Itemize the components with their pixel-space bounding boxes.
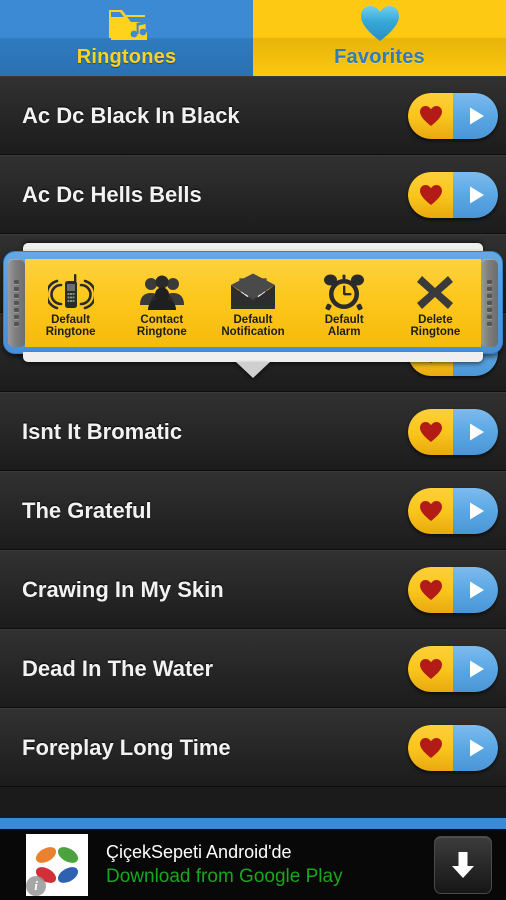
menu-item-delete-ringtone[interactable]: Delete Ringtone: [390, 259, 481, 347]
menu-item-label: Default Notification: [221, 313, 285, 339]
row-actions: [408, 645, 498, 692]
heart-icon: [419, 184, 442, 205]
row-actions: [408, 92, 498, 139]
pinwheel-flower-logo: i: [26, 833, 88, 896]
heart-icon: [419, 658, 442, 679]
play-button[interactable]: [453, 566, 498, 613]
favorite-button[interactable]: [408, 408, 453, 455]
row-title: Foreplay Long Time: [22, 734, 231, 760]
play-button[interactable]: [453, 645, 498, 692]
table-row[interactable]: Dead In The Water: [0, 629, 506, 708]
play-button[interactable]: [453, 408, 498, 455]
heart-icon: [419, 421, 442, 442]
row-title: The Grateful: [22, 497, 152, 523]
table-row[interactable]: Isnt It Bromatic: [0, 392, 506, 471]
row-action-pill: [408, 566, 498, 613]
row-action-pill: [408, 645, 498, 692]
table-row[interactable]: Ac Dc Black In Black: [0, 76, 506, 155]
tab-favorites-label: Favorites: [334, 46, 425, 68]
heart-icon: [360, 4, 400, 44]
menu-item-default-ringtone[interactable]: Default Ringtone: [25, 259, 116, 347]
envelope-icon: [229, 267, 277, 311]
heart-icon: [419, 500, 442, 521]
ringtone-action-popup: Default Ringtone Contact Ringtone Defaul…: [0, 243, 506, 378]
ad-title: ÇiçekSepeti Android'de: [106, 842, 292, 862]
row-action-pill: [408, 487, 498, 534]
tab-bar: Ringtones Favorites: [0, 0, 506, 76]
menu-item-label: Contact Ringtone: [136, 313, 187, 339]
heart-icon: [419, 105, 442, 126]
favorite-button[interactable]: [408, 92, 453, 139]
table-row[interactable]: The Grateful: [0, 471, 506, 550]
tab-ringtones[interactable]: Ringtones: [0, 0, 253, 76]
popup-menu: Default Ringtone Contact Ringtone Defaul…: [25, 258, 481, 347]
tab-favorites[interactable]: Favorites: [253, 0, 506, 76]
popup-pointer-arrow: [236, 362, 270, 378]
row-actions: [408, 487, 498, 534]
row-title: Ac Dc Hells Bells: [22, 181, 202, 207]
ad-download-button[interactable]: [434, 835, 492, 894]
row-action-pill: [408, 408, 498, 455]
menu-item-contact-ringtone[interactable]: Contact Ringtone: [116, 259, 207, 347]
alarm-clock-icon: [322, 267, 366, 311]
row-actions: [408, 724, 498, 771]
favorite-button[interactable]: [408, 724, 453, 771]
download-arrow-icon: [452, 851, 474, 878]
ad-subtitle: Download from Google Play: [106, 866, 343, 887]
row-action-pill: [408, 171, 498, 218]
tab-ringtones-label: Ringtones: [76, 46, 177, 68]
menu-item-default-notification[interactable]: Default Notification: [207, 259, 298, 347]
popup-body: Default Ringtone Contact Ringtone Defaul…: [3, 251, 503, 354]
play-icon: [469, 107, 484, 124]
play-button[interactable]: [453, 724, 498, 771]
menu-item-default-alarm[interactable]: Default Alarm: [299, 259, 390, 347]
play-icon: [469, 739, 484, 756]
menu-item-label: Delete Ringtone: [410, 313, 461, 339]
close-x-icon: [414, 267, 456, 311]
play-button[interactable]: [453, 171, 498, 218]
play-button[interactable]: [453, 487, 498, 534]
ringtone-list: Ac Dc Black In Black Ac Dc Hells Bells I…: [0, 76, 506, 787]
menu-item-label: Default Ringtone: [45, 313, 96, 339]
ad-text: ÇiçekSepeti Android'de Download from Goo…: [106, 840, 434, 889]
favorite-button[interactable]: [408, 171, 453, 218]
play-icon: [469, 660, 484, 677]
row-title: Dead In The Water: [22, 655, 214, 681]
row-title: Crawing In My Skin: [22, 576, 224, 602]
favorite-button[interactable]: [408, 487, 453, 534]
popup-grip-left[interactable]: [8, 258, 25, 347]
play-icon: [469, 423, 484, 440]
row-action-pill: [408, 92, 498, 139]
ringing-phone-icon: [47, 267, 94, 311]
table-row[interactable]: Ac Dc Hells Bells: [0, 155, 506, 234]
folder-music-icon: [105, 4, 149, 44]
row-actions: [408, 171, 498, 218]
table-row[interactable]: Crawing In My Skin: [0, 550, 506, 629]
row-actions: [408, 408, 498, 455]
popup-grip-right[interactable]: [481, 258, 498, 347]
row-action-pill: [408, 724, 498, 771]
play-button[interactable]: [453, 92, 498, 139]
play-icon: [469, 581, 484, 598]
ad-banner[interactable]: i ÇiçekSepeti Android'de Download from G…: [0, 829, 506, 900]
heart-icon: [419, 579, 442, 600]
row-title: Ac Dc Black In Black: [22, 102, 240, 128]
menu-item-label: Default Alarm: [324, 313, 364, 339]
favorite-button[interactable]: [408, 645, 453, 692]
row-title: Isnt It Bromatic: [22, 418, 183, 444]
contacts-icon: [139, 267, 185, 311]
ad-info-badge[interactable]: i: [26, 875, 46, 896]
heart-icon: [419, 737, 442, 758]
favorite-button[interactable]: [408, 566, 453, 613]
popup-bottom-edge: [23, 352, 483, 362]
bottom-accent-strip: [0, 818, 506, 829]
table-row[interactable]: Foreplay Long Time: [0, 708, 506, 787]
row-actions: [408, 566, 498, 613]
play-icon: [469, 186, 484, 203]
play-icon: [469, 502, 484, 519]
